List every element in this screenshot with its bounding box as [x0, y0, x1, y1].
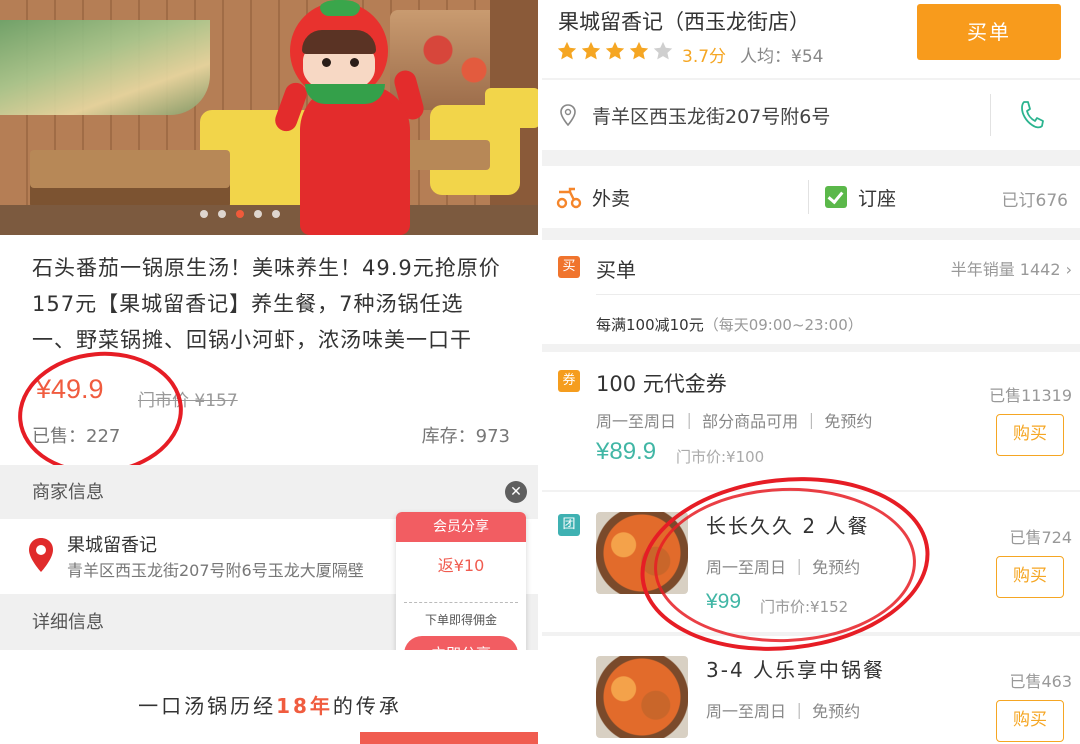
deal-title: 石头番茄一锅原生汤！美味养生！49.9元抢原价157元【果城留香记】养生餐，7种…	[32, 256, 501, 352]
chevron-right-icon: ›	[1065, 260, 1072, 279]
divider	[404, 602, 518, 603]
divider	[596, 294, 1080, 295]
tomato-mascot	[300, 85, 410, 235]
merchant-section-header: 商家信息	[0, 465, 540, 519]
booked-count: 已订676	[1001, 191, 1068, 211]
voucher-item[interactable]: 券 100 元代金券 已售11319 周一至周日 ｜ 部分商品可用 ｜ 免预约 …	[540, 352, 1080, 490]
group-deal-tags: 周一至周日 ｜ 免预约	[706, 702, 861, 721]
pay-tag-icon: 买	[558, 256, 580, 278]
star-filled-icon	[581, 41, 601, 60]
mascot-collar	[305, 84, 385, 104]
star-filled-icon	[557, 41, 577, 60]
bottom-action-bar[interactable]	[360, 732, 540, 744]
mascot-eye	[350, 58, 359, 67]
divider	[808, 180, 809, 214]
hotpot-thumbnail	[596, 656, 688, 738]
pay-bill-button[interactable]: 买单	[917, 4, 1061, 60]
voucher-original-price: 门市价:¥100	[676, 448, 765, 466]
slogan-text: 一口汤锅历经	[138, 694, 277, 718]
rating-stars	[556, 40, 674, 62]
wall-mural	[0, 20, 210, 115]
discount-rule: 每满100减10元（每天09:00~23:00）	[596, 314, 863, 335]
sales-text: 半年销量 1442	[950, 260, 1061, 279]
carousel-dot[interactable]	[254, 210, 262, 218]
commission-note: 下单即得佣金	[424, 613, 497, 627]
takeaway-label[interactable]: 外卖	[592, 184, 630, 211]
reserve-icon	[825, 186, 847, 208]
mascot-hair	[302, 30, 376, 54]
section-title: 详细信息	[32, 612, 104, 633]
section-title: 商家信息	[32, 482, 104, 503]
group-deal-title: 3-4 人乐享中锅餐	[706, 658, 886, 682]
buy-group-deal-button[interactable]: 购买	[996, 556, 1064, 598]
address-row[interactable]: 青羊区西玉龙街207号附6号	[540, 80, 1080, 150]
star-empty-icon	[653, 41, 673, 60]
panel-divider	[538, 0, 542, 744]
share-card-header: 会员分享	[396, 512, 526, 542]
merchant-address: 青羊区西玉龙街207号附6号玉龙大厦隔壁	[67, 561, 364, 580]
takeaway-icon	[556, 187, 582, 209]
buy-group-deal-button[interactable]: 购买	[996, 700, 1064, 742]
pay-bill-section[interactable]: 买 买单 半年销量 1442 › 每满100减10元（每天09:00~23:00…	[540, 240, 1080, 344]
star-filled-icon	[629, 41, 649, 60]
group-deal-sold: 已售463	[1009, 672, 1072, 691]
heritage-slogan: 一口汤锅历经18年的传承	[0, 690, 540, 719]
voucher-tags: 周一至周日 ｜ 部分商品可用 ｜ 免预约	[596, 412, 873, 431]
red-annotation-circle	[12, 345, 189, 481]
group-deal-sold: 已售724	[1009, 528, 1072, 547]
yellow-booth	[485, 88, 540, 128]
deal-detail-panel: 石头番茄一锅原生汤！美味养生！49.9元抢原价157元【果城留香记】养生餐，7种…	[0, 0, 540, 744]
slogan-text: 的传承	[332, 694, 402, 718]
pay-bill-title: 买单	[596, 258, 636, 282]
carousel-dot[interactable]	[272, 210, 280, 218]
carousel-dot[interactable]	[200, 210, 208, 218]
carousel-dot-active[interactable]	[236, 210, 244, 218]
star-filled-icon	[605, 41, 625, 60]
shop-header: 果城留香记（西玉龙街店） 3.7分 人均：¥54 买单	[540, 0, 1080, 78]
tomato-leaf	[320, 0, 360, 16]
mascot-eye	[322, 58, 331, 67]
phone-icon[interactable]	[1018, 100, 1044, 130]
voucher-title: 100 元代金券	[596, 372, 727, 396]
restaurant-photo[interactable]	[0, 0, 540, 235]
reserve-label[interactable]: 订座	[858, 184, 896, 211]
carousel-dot[interactable]	[218, 210, 226, 218]
carousel-dots[interactable]	[200, 210, 280, 218]
discount-text: 每满100减10元	[596, 316, 704, 334]
group-deal-item[interactable]: 3-4 人乐享中锅餐 周一至周日 ｜ 免预约 已售463 购买	[540, 636, 1080, 744]
close-icon[interactable]: ✕	[505, 481, 527, 503]
divider	[990, 94, 991, 136]
location-pin-icon	[560, 104, 576, 126]
merchant-name: 果城留香记	[67, 535, 157, 556]
voucher-price: ¥89.9	[596, 438, 657, 465]
half-year-sales[interactable]: 半年销量 1442 ›	[951, 256, 1072, 280]
member-share-card: 会员分享 返¥10 下单即得佣金 立即分享	[396, 512, 526, 672]
shop-detail-panel: 果城留香记（西玉龙街店） 3.7分 人均：¥54 买单 青羊区西玉龙街207号附…	[540, 0, 1080, 744]
service-row: 外卖 订座 已订676	[540, 166, 1080, 228]
dining-table	[30, 150, 230, 188]
rating-score: 3.7分	[682, 47, 727, 67]
group-tag-icon: 团	[558, 514, 580, 536]
detail-content: 一口汤锅历经18年的传承	[0, 650, 540, 744]
voucher-tag-icon: 券	[558, 370, 580, 392]
shop-name: 果城留香记（西玉龙街店）	[558, 10, 810, 34]
location-pin-icon	[29, 538, 53, 572]
rebate-amount: 返¥10	[437, 556, 485, 575]
discount-hours: （每天09:00~23:00）	[703, 316, 863, 334]
buy-voucher-button[interactable]: 购买	[996, 414, 1064, 456]
slogan-highlight: 18年	[276, 694, 333, 718]
stock-count: 库存：973	[421, 426, 510, 447]
average-price: 人均：¥54	[740, 47, 824, 67]
voucher-sold: 已售11319	[989, 386, 1072, 405]
shop-address: 青羊区西玉龙街207号附6号	[592, 106, 831, 128]
